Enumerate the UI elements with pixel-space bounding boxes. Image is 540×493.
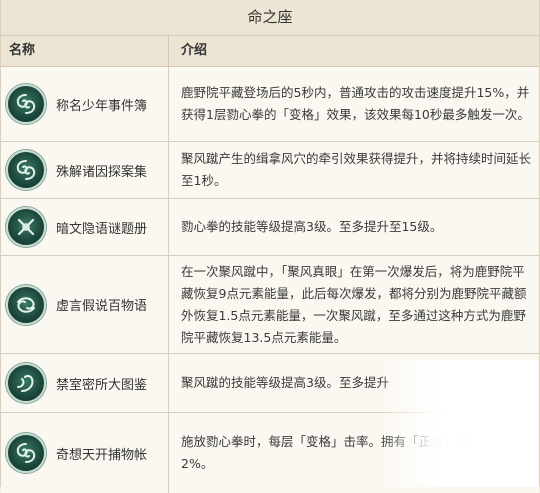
description-cell: 鹿野院平藏登场后的5秒内，普通攻击的攻击速度提升15%，并获得1层勠心拳的「变格… — [181, 85, 530, 122]
crossed-fists-icon — [6, 207, 46, 247]
table-row: 禁室密所大图鉴 聚风蹴的技能等级提高3级。至多提升 — [1, 354, 539, 413]
column-header-desc: 介绍 — [181, 43, 208, 58]
table-row: 称名少年事件簿 鹿野院平藏登场后的5秒内，普通攻击的攻击速度提升15%，并获得1… — [1, 67, 539, 142]
swirl-wind-icon — [6, 84, 46, 124]
constellation-name: 暗文隐语谜题册 — [56, 221, 148, 237]
swirl-wind-icon — [6, 284, 46, 325]
table-row: 奇想天开捕物帐 施放勠心拳时，每层「变格」击率。拥有「正论」时，本次2%。 — [1, 413, 539, 493]
table-row: 虚言假说百物语 在一次聚风蹴中，「聚风真眼」在第一次爆发后，将为鹿野院平藏恢复9… — [1, 256, 539, 354]
constellation-name: 奇想天开捕物帐 — [56, 447, 148, 463]
description-cell: 勠心拳的技能等级提高3级。至多提升至15级。 — [181, 219, 443, 234]
description-cell: 在一次聚风蹴中，「聚风真眼」在第一次爆发后，将为鹿野院平藏恢复9点元素能量，此后… — [181, 263, 527, 345]
description-cell: 施放勠心拳时，每层「变格」击率。拥有「正论」时，本次2%。 — [181, 434, 507, 471]
constellation-name: 殊解诸因探案集 — [56, 164, 148, 180]
name-cell: 暗文隐语谜题册 — [1, 199, 169, 255]
name-cell: 虚言假说百物语 — [1, 256, 169, 353]
name-cell: 殊解诸因探案集 — [1, 142, 169, 198]
name-cell: 称名少年事件簿 — [1, 67, 169, 141]
swirl-wind-icon — [6, 150, 46, 190]
name-cell: 奇想天开捕物帐 — [1, 413, 169, 493]
table-row: 暗文隐语谜题册 勠心拳的技能等级提高3级。至多提升至15级。 — [1, 199, 539, 256]
constellation-name: 虚言假说百物语 — [56, 299, 148, 314]
swirl-wind-icon — [6, 433, 46, 473]
column-header-name: 名称 — [1, 36, 169, 66]
table-header: 名称 介绍 — [1, 36, 539, 67]
table-title: 命之座 — [1, 0, 539, 36]
name-cell: 禁室密所大图鉴 — [1, 354, 169, 412]
description-cell: 聚风蹴的技能等级提高3级。至多提升 — [181, 375, 389, 390]
wind-kick-icon — [6, 363, 46, 403]
constellation-name: 禁室密所大图鉴 — [56, 377, 148, 393]
description-cell: 聚风蹴产生的缉拿风穴的牵引效果获得提升，并将持续时间延长至1秒。 — [181, 151, 532, 188]
constellation-name: 称名少年事件簿 — [56, 98, 148, 114]
table-row: 殊解诸因探案集 聚风蹴产生的缉拿风穴的牵引效果获得提升，并将持续时间延长至1秒。 — [1, 142, 539, 199]
constellation-table: 命之座 名称 介绍 称名少年事件簿 鹿野院平藏登场后的5秒内，普通攻击的攻击速度… — [0, 0, 540, 493]
